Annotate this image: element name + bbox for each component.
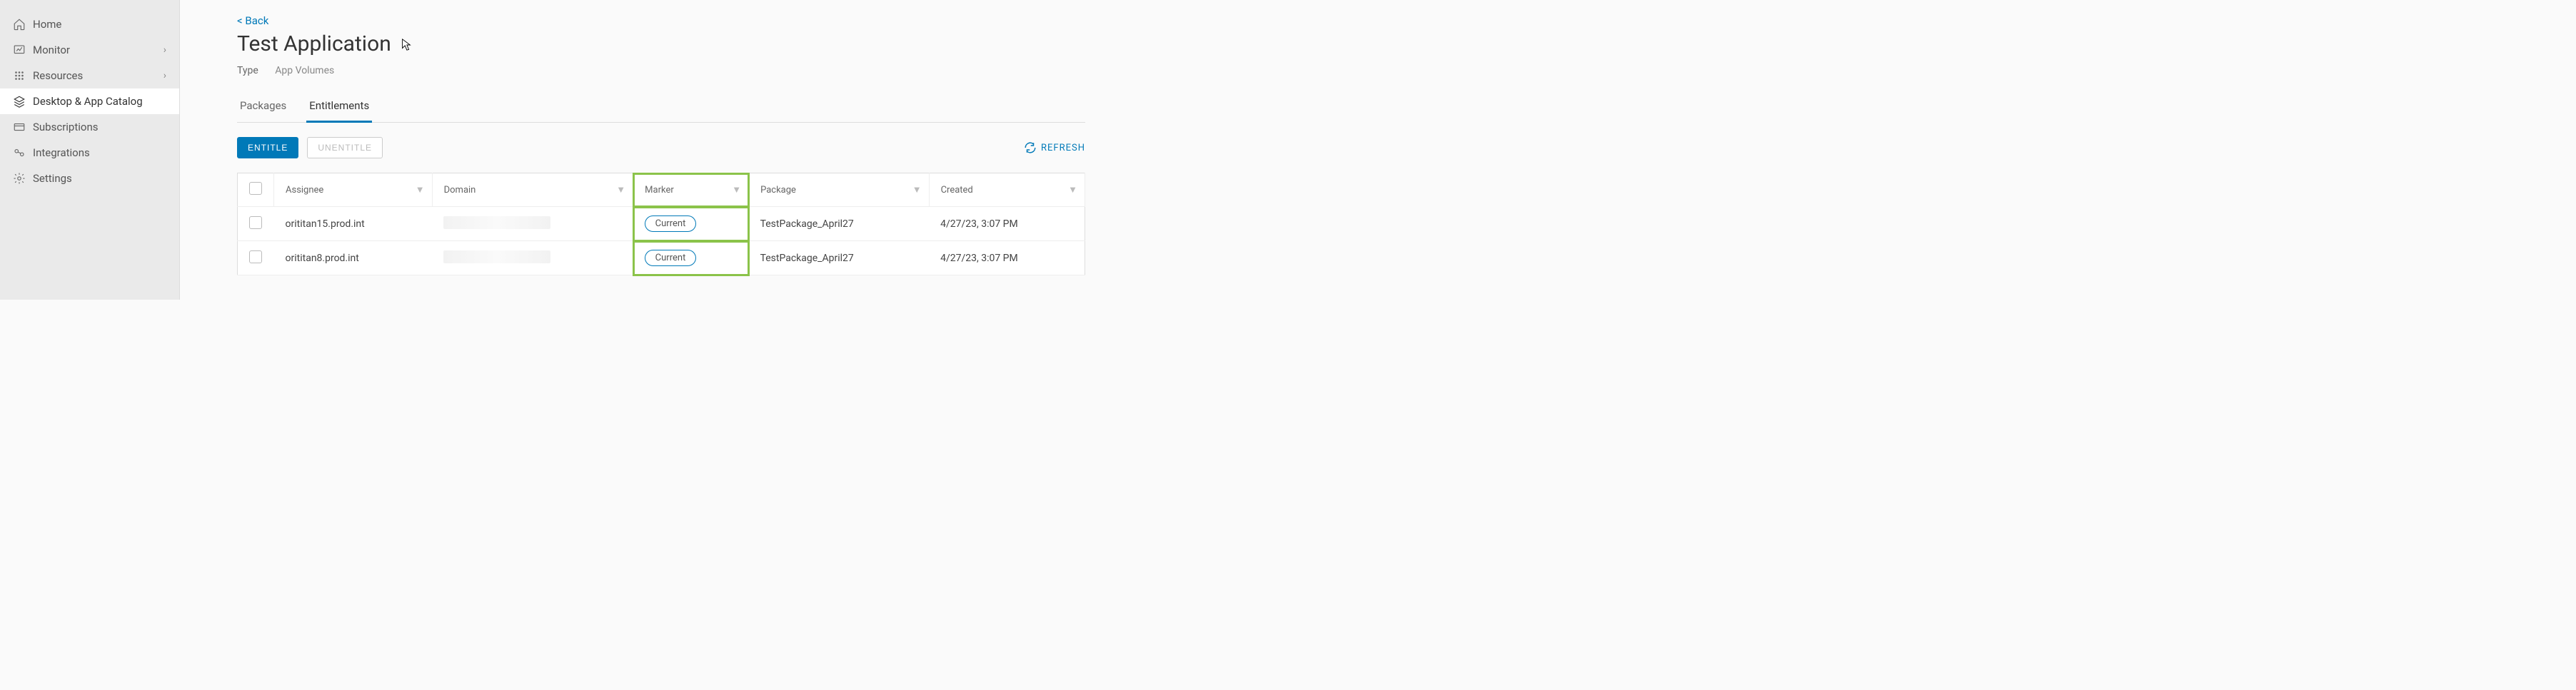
sidebar: Home Monitor › Resources › Desktop & App… [0, 0, 180, 300]
sidebar-item-label: Resources [33, 69, 83, 82]
grid-icon [13, 69, 26, 82]
filter-icon[interactable]: ▼ [1068, 184, 1077, 196]
marker-pill: Current [645, 250, 697, 266]
unentitle-button[interactable]: UNENTITLE [307, 137, 383, 158]
col-label: Package [760, 185, 796, 196]
col-label: Domain [444, 185, 476, 196]
type-label: Type [237, 65, 258, 76]
sidebar-item-label: Settings [33, 172, 72, 185]
sidebar-item-settings[interactable]: Settings [0, 166, 179, 191]
page-title: Test Application [237, 31, 1085, 56]
sidebar-item-label: Home [33, 18, 61, 31]
cell-assignee: orititan8.prod.int [274, 241, 433, 275]
chart-icon [13, 44, 26, 56]
table-row[interactable]: orititan15.prod.int Current TestPackage_… [238, 207, 1085, 241]
sidebar-item-desktop-app-catalog[interactable]: Desktop & App Catalog [0, 88, 179, 114]
cell-created: 4/27/23, 3:07 PM [929, 207, 1085, 241]
card-icon [13, 121, 26, 133]
chevron-right-icon: › [163, 70, 166, 81]
entitle-button[interactable]: ENTITLE [237, 137, 298, 158]
cell-created: 4/27/23, 3:07 PM [929, 241, 1085, 275]
meta-row: Type App Volumes [237, 65, 1085, 76]
type-value: App Volumes [275, 65, 334, 76]
cell-domain [432, 241, 633, 275]
layers-icon [13, 95, 26, 108]
cell-package: TestPackage_April27 [749, 241, 930, 275]
refresh-button[interactable]: REFRESH [1024, 141, 1085, 154]
sidebar-item-monitor[interactable]: Monitor › [0, 37, 179, 63]
col-label: Created [941, 185, 973, 196]
back-link[interactable]: < Back [237, 14, 268, 27]
main-content: < Back Test Application Type App Volumes… [180, 0, 1114, 300]
tab-entitlements[interactable]: Entitlements [306, 93, 372, 123]
tabs: Packages Entitlements [237, 93, 1085, 123]
table-header-created[interactable]: Created ▼ [929, 173, 1085, 207]
redacted-value [443, 250, 550, 263]
table-header-marker[interactable]: Marker ▼ [633, 173, 749, 207]
table-row[interactable]: orititan8.prod.int Current TestPackage_A… [238, 241, 1085, 275]
cell-package: TestPackage_April27 [749, 207, 930, 241]
sidebar-item-label: Monitor [33, 44, 70, 56]
sidebar-item-integrations[interactable]: Integrations [0, 140, 179, 166]
checkbox[interactable] [249, 216, 262, 229]
refresh-label: REFRESH [1041, 143, 1085, 153]
redacted-value [443, 216, 550, 229]
filter-icon[interactable]: ▼ [416, 184, 425, 196]
checkbox[interactable] [249, 250, 262, 263]
cell-domain [432, 207, 633, 241]
table-header-row: Assignee ▼ Domain ▼ Marker ▼ Package ▼ C… [238, 173, 1085, 207]
table-header-checkbox[interactable] [238, 173, 274, 207]
integrations-icon [13, 146, 26, 159]
sidebar-item-home[interactable]: Home [0, 11, 179, 37]
col-label: Assignee [286, 185, 323, 196]
refresh-icon [1024, 141, 1037, 154]
filter-icon[interactable]: ▼ [732, 184, 741, 196]
filter-icon[interactable]: ▼ [912, 184, 922, 196]
filter-icon[interactable]: ▼ [616, 184, 625, 196]
cell-assignee: orititan15.prod.int [274, 207, 433, 241]
cell-marker: Current [633, 207, 749, 241]
sidebar-item-resources[interactable]: Resources › [0, 63, 179, 88]
checkbox[interactable] [249, 182, 262, 195]
actions-row: ENTITLE UNENTITLE REFRESH [237, 137, 1085, 158]
table-header-package[interactable]: Package ▼ [749, 173, 930, 207]
marker-pill: Current [645, 215, 697, 232]
col-label: Marker [645, 185, 674, 196]
sidebar-item-subscriptions[interactable]: Subscriptions [0, 114, 179, 140]
entitlements-table: Assignee ▼ Domain ▼ Marker ▼ Package ▼ C… [237, 173, 1085, 275]
sidebar-item-label: Integrations [33, 146, 90, 159]
sidebar-item-label: Subscriptions [33, 121, 98, 133]
chevron-right-icon: › [163, 44, 166, 56]
sidebar-item-label: Desktop & App Catalog [33, 95, 143, 108]
tab-packages[interactable]: Packages [237, 93, 289, 123]
gear-icon [13, 172, 26, 185]
table-header-assignee[interactable]: Assignee ▼ [274, 173, 433, 207]
home-icon [13, 18, 26, 31]
table-header-domain[interactable]: Domain ▼ [432, 173, 633, 207]
cell-marker: Current [633, 241, 749, 275]
